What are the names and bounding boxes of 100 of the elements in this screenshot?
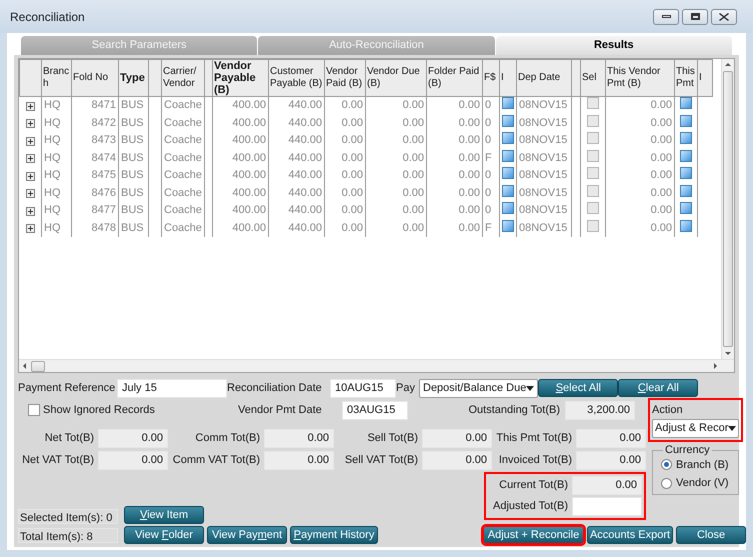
table-cell: 0.00 [426,150,482,167]
checkbox[interactable] [680,150,692,162]
view-item-button[interactable]: View Item [124,506,204,524]
action-button[interactable]: Payment History [290,526,378,544]
table-cell: 8476 [72,184,118,202]
reconciliation-date-field[interactable]: 10AUG15 [330,378,396,398]
column-header[interactable]: Folder Paid (B) [426,60,482,96]
expand-icon[interactable] [26,206,35,216]
action-dropdown[interactable]: Adjust & Recor [652,418,740,438]
action-button[interactable]: Accounts Export [587,526,673,544]
select-all-button[interactable]: Select All [538,379,618,397]
column-header[interactable]: Fold No [72,60,118,96]
table-cell: HQ [42,220,72,237]
column-header[interactable]: Dep Date [516,60,572,96]
pay-dropdown[interactable]: Deposit/Balance Due [419,378,538,398]
total-field[interactable]: 0.00 [422,428,492,448]
checkbox[interactable] [587,132,599,144]
checkbox[interactable] [502,202,514,214]
column-header[interactable]: Vendor Due (B) [366,60,426,96]
clear-all-button[interactable]: Clear All [618,379,698,397]
field-label: Net Tot(B) [44,430,94,446]
checkbox[interactable] [502,220,514,232]
adjusted-total-field[interactable] [572,497,642,516]
scroll-thumb[interactable] [31,360,45,372]
checkbox[interactable] [587,184,599,196]
checkbox[interactable] [680,167,692,179]
table-cell: BUS [118,114,148,132]
checkbox[interactable] [502,114,514,126]
total-field[interactable]: 0.00 [264,450,334,470]
action-button[interactable]: View Payment [207,526,287,544]
horizontal-scrollbar[interactable] [19,359,734,372]
column-header[interactable]: Carrier/ Vendor [162,60,204,96]
column-header[interactable]: Branch [42,60,72,96]
checkbox[interactable] [587,97,599,109]
column-header[interactable]: I [698,60,712,96]
expand-icon[interactable] [26,154,35,163]
payment-reference-field[interactable]: July 15 [117,378,227,398]
current-total-field[interactable]: 0.00 [572,476,642,495]
column-header[interactable]: This Pmt [674,60,698,96]
close-button[interactable] [711,8,737,24]
radio-button[interactable] [661,459,672,470]
table-cell: BUS [118,132,148,150]
column-header[interactable]: Type [118,60,148,96]
expand-icon[interactable] [26,119,35,128]
total-field[interactable]: 0.00 [576,450,646,470]
expand-icon[interactable] [26,136,35,146]
total-field[interactable]: 0.00 [98,450,168,470]
checkbox[interactable] [502,184,514,196]
checkbox[interactable] [587,167,599,179]
checkbox[interactable] [587,202,599,214]
table-cell: 0.00 [426,167,482,184]
table-cell: 0 [482,184,500,202]
expand-icon[interactable] [26,172,35,180]
expand-icon[interactable] [26,102,35,110]
table-cell: 0.00 [606,202,674,220]
table-cell: HQ [42,96,72,114]
outstanding-total-field[interactable]: 3,200.00 [565,400,635,420]
table-cell: 08NOV15 [516,220,572,237]
checkbox[interactable] [587,114,599,126]
checkbox[interactable] [680,220,692,232]
checkbox[interactable] [502,167,514,179]
column-header[interactable]: This Vendor Pmt (B) [606,60,674,96]
checkbox[interactable] [680,202,692,214]
total-field[interactable]: 0.00 [422,450,492,470]
column-header[interactable]: Vendor Payable (B) [212,60,268,96]
checkbox[interactable] [587,220,599,232]
total-field[interactable]: 0.00 [264,428,334,448]
total-field[interactable]: 0.00 [98,428,168,448]
vendor-pmt-date-field[interactable]: 03AUG15 [342,400,408,420]
expand-icon[interactable] [26,224,35,233]
column-header[interactable]: F$ [482,60,500,96]
vertical-scrollbar[interactable] [721,59,734,359]
restore-button[interactable] [682,8,708,24]
tab[interactable]: Results [496,36,732,55]
action-button[interactable]: View Folder [124,526,204,544]
column-header[interactable]: Sel [580,60,606,96]
action-button[interactable]: Close [676,526,746,544]
table-cell: F [482,220,500,237]
table-cell: 0.00 [606,96,674,114]
checkbox[interactable] [587,150,599,162]
total-field[interactable]: 0.00 [576,428,646,448]
action-button[interactable]: Adjust + Reconcile [483,526,584,544]
table-cell: 0.00 [606,167,674,184]
checkbox[interactable] [680,184,692,196]
column-header[interactable]: I [500,60,516,96]
minimize-button[interactable] [653,8,679,24]
table-cell: BUS [118,202,148,220]
checkbox[interactable] [680,97,692,109]
column-header[interactable]: Customer Payable (B) [268,60,324,96]
table-cell: HQ [42,132,72,150]
checkbox[interactable] [680,132,692,144]
expand-icon[interactable] [26,189,35,198]
radio-button[interactable] [661,478,672,489]
checkbox[interactable] [502,150,514,162]
table-cell: Coache [162,96,204,114]
checkbox[interactable] [502,97,514,109]
column-header[interactable]: Vendor Paid (B) [324,60,366,96]
checkbox[interactable] [502,132,514,144]
checkbox[interactable] [28,404,40,416]
checkbox[interactable] [680,114,692,126]
